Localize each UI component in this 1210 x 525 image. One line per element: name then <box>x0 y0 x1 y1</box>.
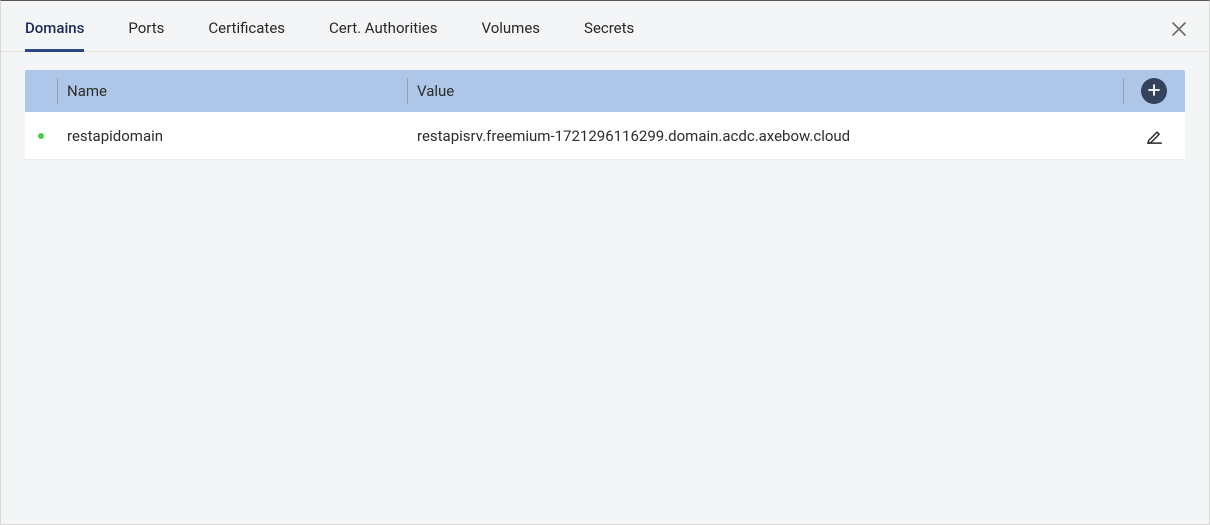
column-actions <box>1123 78 1185 104</box>
tab-ports[interactable]: Ports <box>128 19 164 51</box>
tab-bar: Domains Ports Certificates Cert. Authori… <box>1 1 1209 52</box>
status-dot-icon <box>38 133 44 139</box>
status-cell <box>25 133 57 139</box>
add-button[interactable] <box>1141 78 1167 104</box>
value-cell: restapisrv.freemium-1721296116299.domain… <box>407 127 1123 145</box>
domains-table: Name Value restapidomain restapisrv.free… <box>1 52 1209 160</box>
table-row: restapidomain restapisrv.freemium-172129… <box>25 112 1185 160</box>
edit-button[interactable] <box>1146 127 1163 144</box>
pencil-icon <box>1146 129 1163 148</box>
tab-cert-authorities[interactable]: Cert. Authorities <box>329 19 437 51</box>
name-cell: restapidomain <box>57 127 407 145</box>
column-value: Value <box>407 82 1123 100</box>
close-icon[interactable] <box>1171 21 1187 37</box>
actions-cell <box>1123 127 1185 144</box>
tab-volumes[interactable]: Volumes <box>481 19 540 51</box>
tab-certificates[interactable]: Certificates <box>208 19 285 51</box>
plus-icon <box>1147 82 1161 101</box>
column-name: Name <box>57 82 407 100</box>
tab-secrets[interactable]: Secrets <box>584 19 634 51</box>
table-header: Name Value <box>25 70 1185 112</box>
tab-domains[interactable]: Domains <box>25 19 84 52</box>
